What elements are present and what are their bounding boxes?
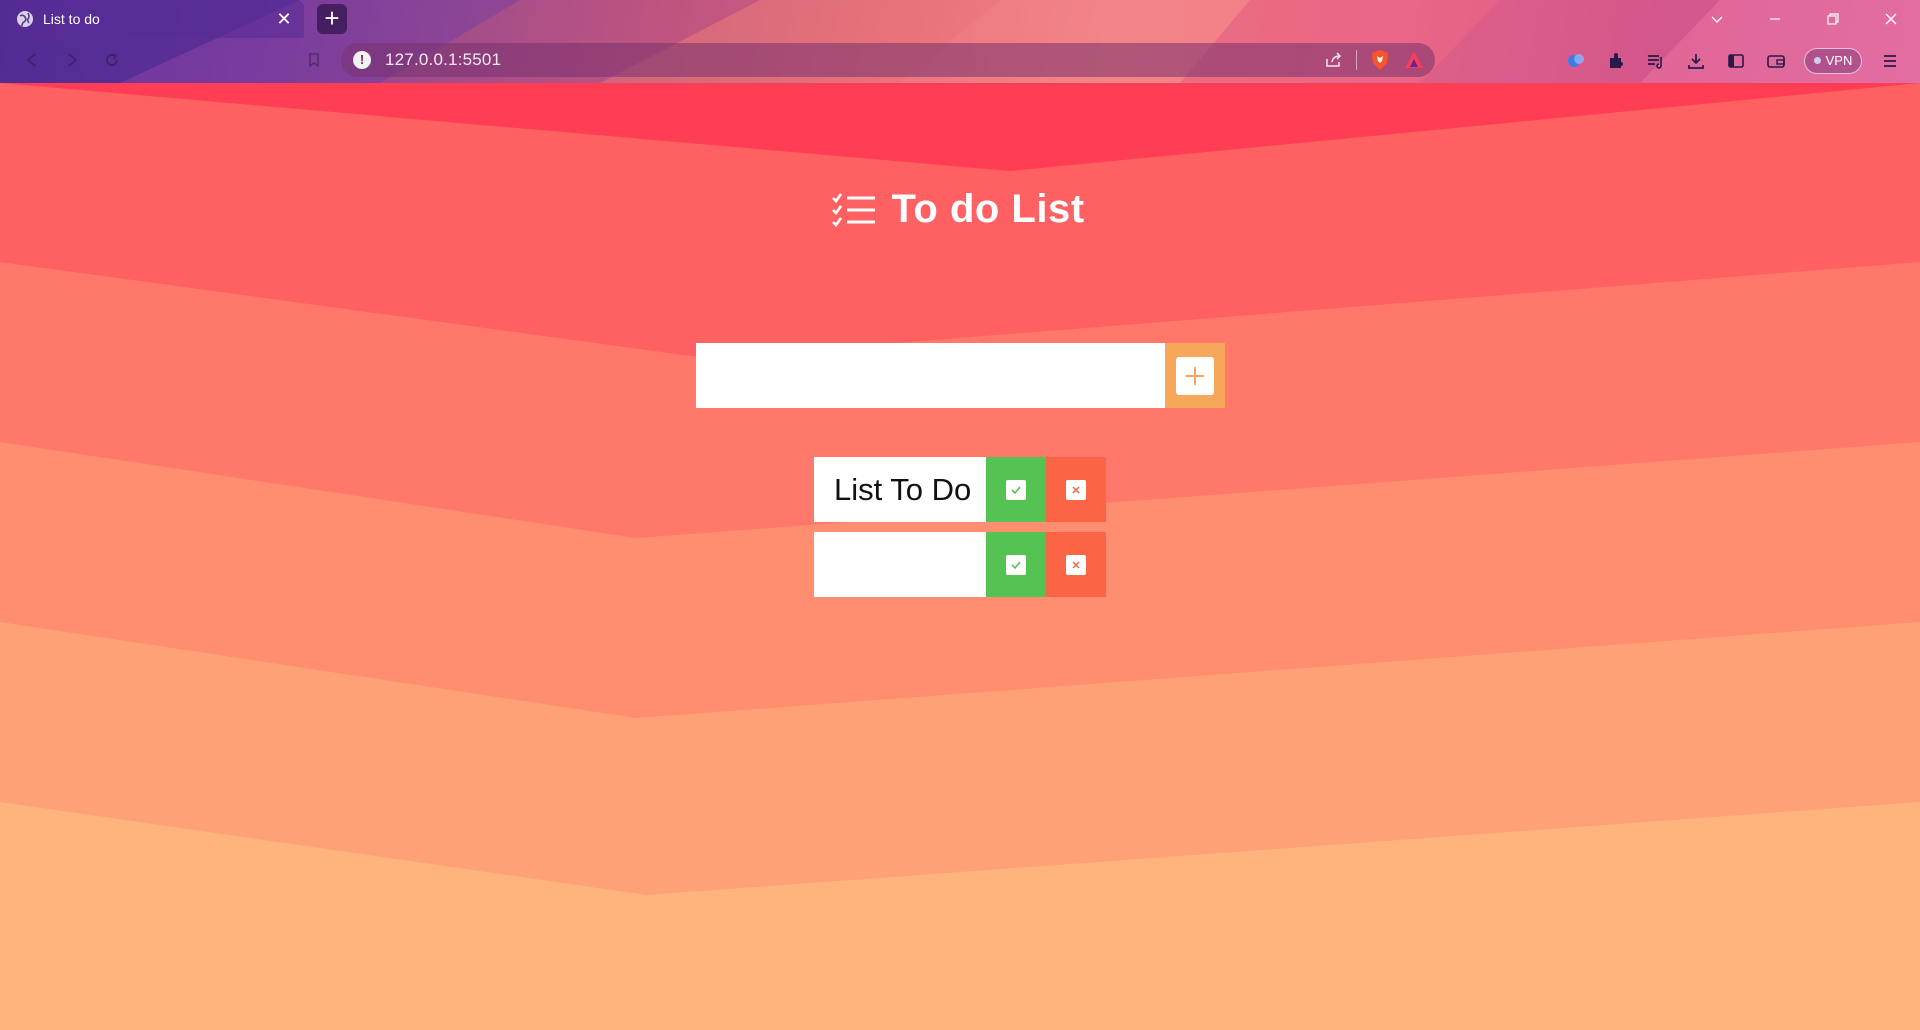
todo-input[interactable] [696, 343, 1165, 408]
wallet-icon[interactable] [1758, 43, 1794, 79]
browser-chrome: List to do ✕ + ! 127.0.0.1:5501 VPN [0, 0, 1920, 83]
vpn-label: VPN [1825, 53, 1853, 68]
brave-rewards-icon[interactable] [1403, 49, 1425, 71]
check-icon [1011, 485, 1021, 494]
download-icon[interactable] [1678, 43, 1714, 79]
complete-box [1006, 479, 1026, 500]
tab-list-to-do[interactable]: List to do ✕ [8, 0, 304, 38]
delete-button[interactable] [1046, 457, 1106, 522]
tab-title: List to do [43, 11, 100, 27]
todo-list: List To Do [814, 457, 1106, 607]
tab-search-chevron-icon[interactable] [1688, 0, 1746, 38]
brave-shield-icon[interactable] [1369, 49, 1391, 71]
window-controls [1688, 0, 1920, 38]
page-title: To do List [891, 187, 1085, 231]
sidebar-icon[interactable] [1718, 43, 1754, 79]
minimize-icon[interactable] [1746, 0, 1804, 38]
vpn-status-dot [1813, 57, 1821, 64]
add-button[interactable] [1165, 343, 1225, 408]
complete-button[interactable] [986, 457, 1046, 522]
extensions-icon[interactable] [1598, 43, 1634, 79]
reload-icon[interactable] [94, 42, 130, 78]
address-url[interactable]: 127.0.0.1:5501 [385, 50, 1324, 70]
share-icon[interactable] [1324, 51, 1344, 69]
close-icon [1072, 560, 1080, 569]
toolbar-actions: VPN [1558, 38, 1920, 83]
delete-box [1066, 479, 1086, 500]
back-icon[interactable] [14, 42, 50, 78]
bookmark-icon[interactable] [296, 42, 332, 78]
todo-item [814, 532, 1106, 597]
complete-box [1006, 554, 1026, 575]
address-separator [1356, 50, 1357, 70]
new-tab-button[interactable]: + [317, 4, 347, 34]
tab-strip: List to do ✕ + [0, 0, 1920, 38]
close-window-icon[interactable] [1862, 0, 1920, 38]
restore-icon[interactable] [1804, 0, 1862, 38]
complete-button[interactable] [986, 532, 1046, 597]
check-icon [1011, 560, 1021, 569]
add-todo-form [696, 343, 1225, 408]
plus-icon [1186, 366, 1204, 385]
todo-item-text: List To Do [814, 457, 986, 522]
address-bar[interactable]: ! 127.0.0.1:5501 [341, 43, 1435, 77]
checklist-icon [832, 192, 876, 227]
forward-icon[interactable] [54, 42, 90, 78]
vpn-button[interactable]: VPN [1804, 47, 1862, 74]
page-viewport: To do List List To Do [0, 83, 1920, 1030]
site-info-icon[interactable]: ! [353, 51, 371, 69]
playlist-icon[interactable] [1638, 43, 1674, 79]
globe-icon [17, 11, 33, 27]
add-button-inner [1176, 356, 1214, 395]
close-icon [1072, 485, 1080, 494]
page-header: To do List [0, 187, 1920, 232]
leo-ai-icon[interactable] [1558, 43, 1594, 79]
todo-item-text [814, 532, 986, 597]
delete-box [1066, 554, 1086, 575]
browser-toolbar: ! 127.0.0.1:5501 VPN [0, 38, 1920, 83]
tab-close-icon[interactable]: ✕ [274, 9, 294, 29]
delete-button[interactable] [1046, 532, 1106, 597]
menu-icon[interactable] [1872, 43, 1908, 79]
todo-item: List To Do [814, 457, 1106, 522]
